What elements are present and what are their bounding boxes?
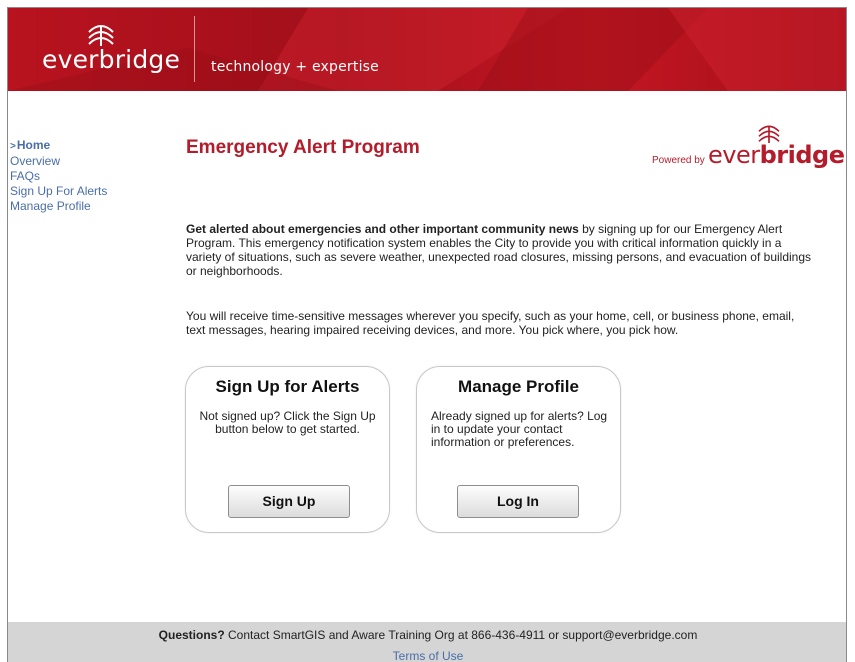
signup-card: Sign Up for Alerts Not signed up? Click … (185, 366, 390, 533)
intro-lead: Get alerted about emergencies and other … (186, 222, 579, 236)
footer-questions: Questions? Contact SmartGIS and Aware Tr… (8, 628, 846, 642)
terms-of-use-link[interactable]: Terms of Use (393, 649, 464, 662)
site-header: everbridge technology + expertise (8, 8, 846, 91)
footer-terms: Terms of Use (8, 649, 846, 662)
nav-item-faqs[interactable]: FAQs (10, 169, 107, 184)
everbridge-logo-icon (758, 125, 780, 143)
page-title: Emergency Alert Program (186, 137, 420, 158)
manage-card-title: Manage Profile (458, 377, 579, 396)
nav-item-label: Home (16, 138, 51, 152)
brand-part-bold: bridge (759, 141, 845, 169)
nav-item-home[interactable]: >Home (10, 138, 107, 154)
powered-by-label: Powered by (652, 155, 705, 166)
header-tagline: technology + expertise (211, 59, 379, 75)
footer-questions-lead: Questions? (158, 628, 225, 642)
signup-card-text: Not signed up? Click the Sign Up button … (199, 409, 376, 436)
nav-item-sign-up-for-alerts[interactable]: Sign Up For Alerts (10, 184, 107, 199)
intro-paragraph-2: You will receive time-sensitive messages… (186, 309, 795, 337)
nav-item-manage-profile[interactable]: Manage Profile (10, 199, 107, 214)
nav-item-overview[interactable]: Overview (10, 154, 107, 169)
powered-by-logo: Powered by everbridge (652, 123, 845, 173)
manage-card-text: Already signed up for alerts? Log in to … (431, 409, 608, 449)
manage-profile-card: Manage Profile Already signed up for ale… (416, 366, 621, 533)
footer-contact: Contact SmartGIS and Aware Training Org … (224, 628, 698, 642)
log-in-button[interactable]: Log In (457, 485, 579, 518)
signup-card-title: Sign Up for Alerts (215, 377, 360, 396)
arrow-right-icon: > (10, 141, 16, 152)
brand-part: ever (708, 141, 760, 169)
page-frame: everbridge technology + expertise >Home … (7, 7, 847, 662)
everbridge-logo-icon (88, 25, 114, 46)
intro-paragraph: Get alerted about emergencies and other … (186, 222, 816, 278)
sidebar-nav: >Home Overview FAQs Sign Up For Alerts M… (10, 138, 107, 214)
sign-up-button[interactable]: Sign Up (228, 485, 350, 518)
site-footer: Questions? Contact SmartGIS and Aware Tr… (8, 622, 846, 662)
header-divider (194, 16, 195, 82)
logo-text[interactable]: everbridge (42, 45, 180, 74)
powered-by-brand: everbridge (708, 141, 845, 169)
